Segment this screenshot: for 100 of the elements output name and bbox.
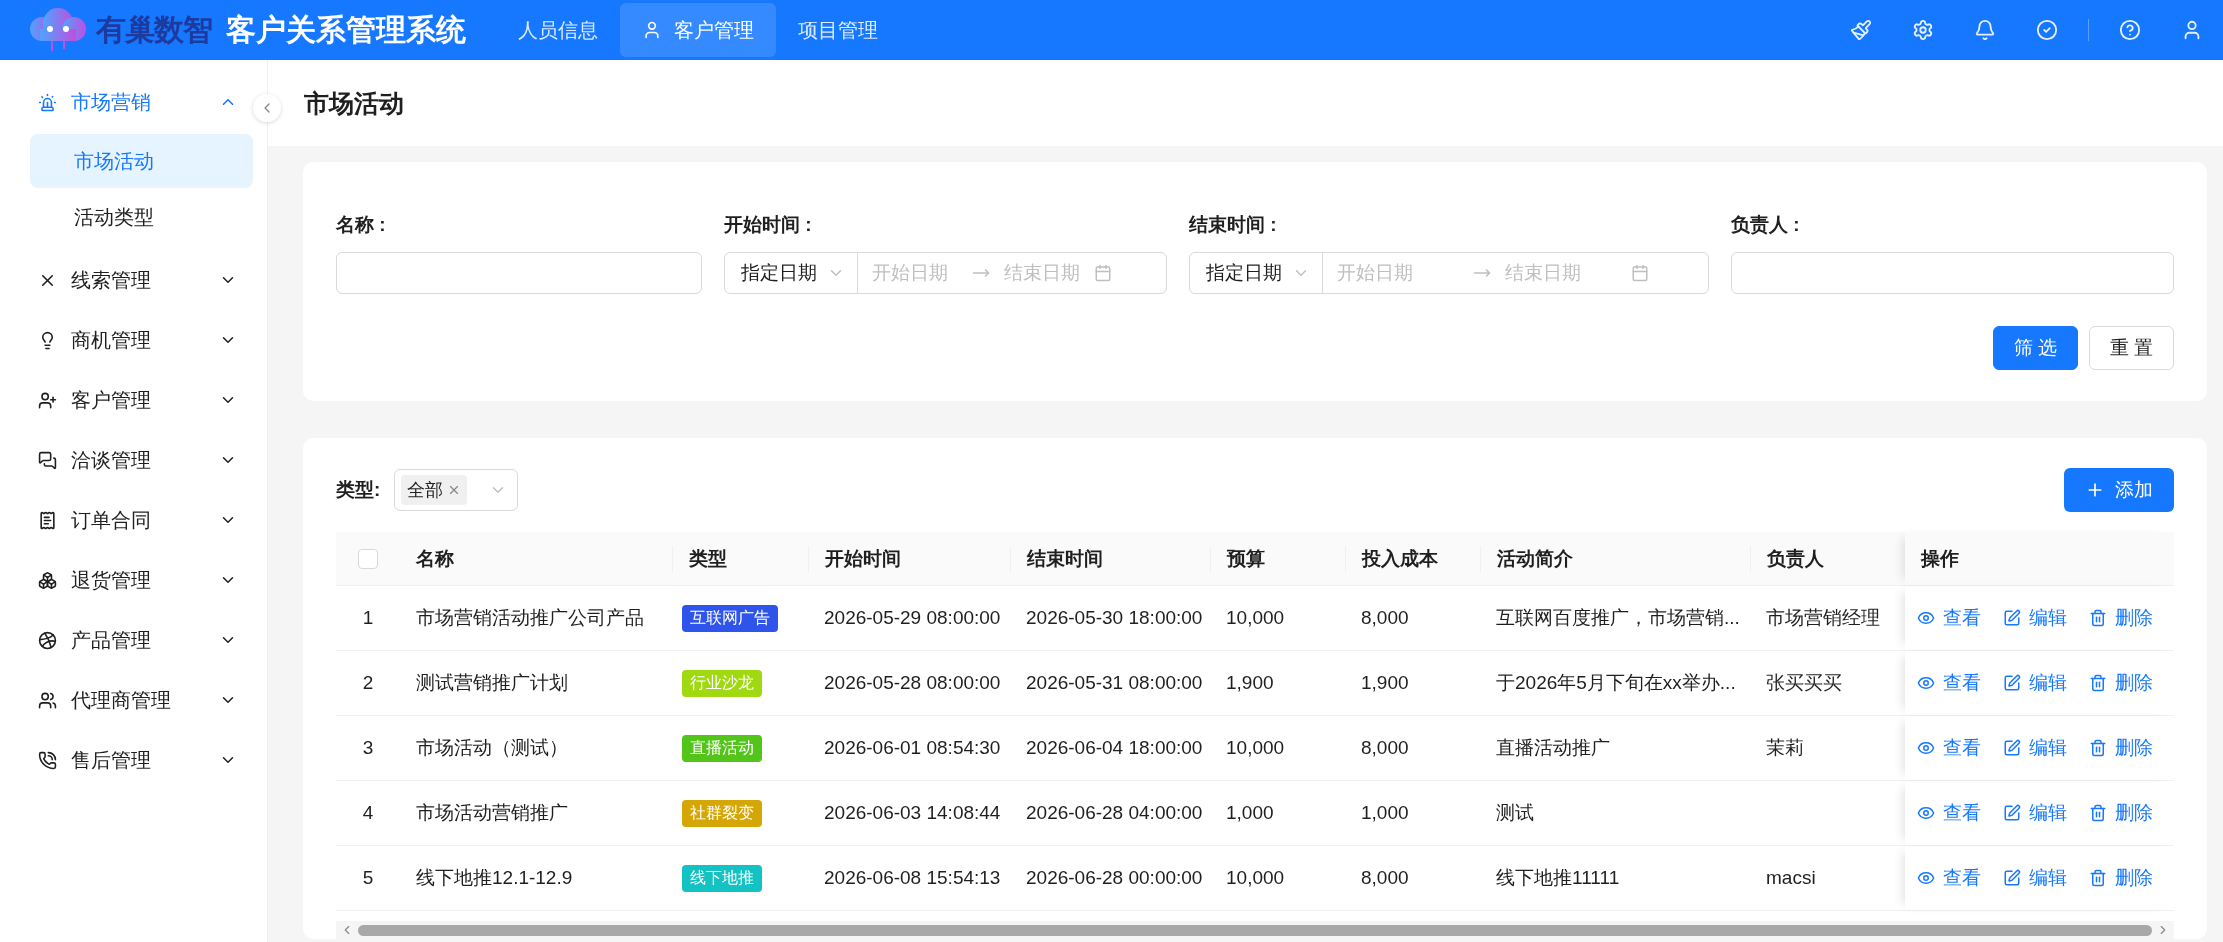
eye-icon bbox=[1917, 869, 1935, 887]
column-header: 结束时间 bbox=[1010, 545, 1210, 572]
sidebar-item[interactable]: 市场营销 bbox=[0, 72, 237, 132]
end-date-placeholder: 结束日期 bbox=[1504, 261, 1582, 285]
nav-tab[interactable]: 项目管理 bbox=[776, 3, 900, 57]
column-header: 操作 bbox=[1905, 532, 2175, 585]
row-index: 4 bbox=[361, 802, 375, 824]
brush-icon[interactable] bbox=[1850, 19, 1872, 41]
check-circle-icon[interactable] bbox=[2036, 19, 2058, 41]
mode-select[interactable]: 指定日期 bbox=[1190, 253, 1323, 293]
table-cell-text: 线下地推12.1-12.9 bbox=[415, 866, 574, 890]
edit-link[interactable]: 编辑 bbox=[2003, 800, 2067, 826]
type-tag: 社群裂变 bbox=[682, 799, 762, 827]
user-icon bbox=[642, 20, 662, 40]
pencil-icon bbox=[2003, 609, 2021, 627]
sidebar-label: 客户管理 bbox=[71, 387, 152, 413]
mode-select[interactable]: 指定日期 bbox=[725, 253, 858, 293]
sidebar-label: 售后管理 bbox=[71, 747, 152, 773]
reset-button[interactable]: 重 置 bbox=[2089, 326, 2174, 370]
sidebar-label: 洽谈管理 bbox=[71, 447, 152, 473]
pencil-icon bbox=[2003, 674, 2021, 692]
settings-icon[interactable] bbox=[1912, 19, 1934, 41]
table-cell-text: 2026-05-31 08:00:00 bbox=[1025, 672, 1204, 694]
column-header: 预算 bbox=[1210, 545, 1345, 572]
row-index: 3 bbox=[361, 737, 375, 759]
text-field[interactable] bbox=[336, 252, 702, 294]
delete-link[interactable]: 删除 bbox=[2089, 605, 2153, 631]
sidebar-item[interactable]: 退货管理 bbox=[0, 550, 237, 610]
table-cell-text: 线下地推11111 bbox=[1495, 866, 1621, 890]
view-link[interactable]: 查看 bbox=[1917, 735, 1981, 761]
trash-icon bbox=[2089, 674, 2107, 692]
view-link[interactable]: 查看 bbox=[1917, 670, 1981, 696]
table-cell-text: 10,000 bbox=[1225, 867, 1286, 889]
sidebar-item[interactable]: 商机管理 bbox=[0, 310, 237, 370]
help-icon[interactable] bbox=[2119, 19, 2141, 41]
type-tag: 全部 bbox=[401, 475, 468, 505]
delete-link[interactable]: 删除 bbox=[2089, 865, 2153, 891]
sidebar-item[interactable]: 售后管理 bbox=[0, 730, 237, 790]
table-cell-text: 市场营销活动推广公司产品 bbox=[415, 606, 645, 630]
sidebar-item[interactable]: 洽谈管理 bbox=[0, 430, 237, 490]
field-label: 开始时间 : bbox=[724, 213, 813, 237]
delete-link[interactable]: 删除 bbox=[2089, 800, 2153, 826]
edit-link[interactable]: 编辑 bbox=[2003, 865, 2067, 891]
horizontal-scrollbar[interactable] bbox=[336, 921, 2174, 939]
table-cell-text: 2026-05-29 08:00:00 bbox=[823, 607, 1002, 629]
type-tag: 直播活动 bbox=[682, 734, 762, 762]
start-date-placeholder: 开始日期 bbox=[1336, 261, 1414, 285]
collapse-button[interactable] bbox=[253, 94, 281, 122]
delete-link[interactable]: 删除 bbox=[2089, 670, 2153, 696]
view-link[interactable]: 查看 bbox=[1917, 800, 1981, 826]
page-title: 市场活动 bbox=[304, 87, 404, 119]
calendar-icon[interactable] bbox=[1094, 264, 1112, 282]
sidebar-item[interactable]: 订单合同 bbox=[0, 490, 237, 550]
end-date-placeholder: 结束日期 bbox=[1003, 261, 1081, 285]
row-index: 5 bbox=[361, 867, 375, 889]
text-field[interactable] bbox=[1731, 252, 2174, 294]
bell-icon[interactable] bbox=[1974, 19, 1996, 41]
start-date-placeholder: 开始日期 bbox=[871, 261, 949, 285]
table-cell-text: 2026-06-01 08:54:30 bbox=[823, 737, 1002, 759]
sidebar-label: 线索管理 bbox=[71, 267, 152, 293]
type-select[interactable]: 全部 bbox=[394, 469, 519, 511]
table-cell-text: 市场活动（测试） bbox=[415, 736, 569, 760]
sidebar-item[interactable]: 线索管理 bbox=[0, 250, 237, 310]
sidebar-label: 订单合同 bbox=[71, 507, 152, 533]
table-cell-text: 2026-06-08 15:54:13 bbox=[823, 867, 1002, 889]
table-cell-text: 于2026年5月下旬在xx举办... bbox=[1495, 671, 1737, 695]
select-all-checkbox[interactable] bbox=[358, 548, 378, 569]
calendar-icon[interactable] bbox=[1631, 264, 1649, 282]
edit-link[interactable]: 编辑 bbox=[2003, 605, 2067, 631]
eye-icon bbox=[1917, 739, 1935, 757]
field-label: 负责人 : bbox=[1731, 213, 1801, 237]
type-tag: 互联网广告 bbox=[682, 604, 778, 632]
sidebar-subitem[interactable]: 市场活动 bbox=[30, 134, 253, 188]
table-cell-text: 8,000 bbox=[1360, 607, 1410, 629]
nav-tab[interactable]: 人员信息 bbox=[496, 3, 620, 57]
start-time-range[interactable]: 指定日期 开始日期 结束日期 bbox=[724, 252, 1167, 294]
sidebar-item[interactable]: 代理商管理 bbox=[0, 670, 237, 730]
view-link[interactable]: 查看 bbox=[1917, 605, 1981, 631]
sidebar-label: 市场营销 bbox=[71, 89, 152, 115]
app-title: 客户关系管理系统 bbox=[226, 11, 466, 48]
sidebar-item[interactable]: 产品管理 bbox=[0, 610, 237, 670]
table-cell-text: 直播活动推广 bbox=[1495, 736, 1611, 760]
table-cell-text: 1,900 bbox=[1225, 672, 1275, 694]
sidebar-item[interactable]: 客户管理 bbox=[0, 370, 237, 430]
delete-link[interactable]: 删除 bbox=[2089, 735, 2153, 761]
table-cell-text: 2026-05-28 08:00:00 bbox=[823, 672, 1002, 694]
sidebar-subitem[interactable]: 活动类型 bbox=[30, 190, 253, 244]
view-link[interactable]: 查看 bbox=[1917, 865, 1981, 891]
nav-tab[interactable]: 客户管理 bbox=[620, 3, 776, 57]
table-cell-text: 2026-06-03 14:08:44 bbox=[823, 802, 1002, 824]
table-cell-text: macsi bbox=[1765, 867, 1817, 889]
eye-icon bbox=[1917, 804, 1935, 822]
end-time-range[interactable]: 指定日期 开始日期 结束日期 bbox=[1189, 252, 1709, 294]
filter-button[interactable]: 筛 选 bbox=[1993, 326, 2078, 370]
type-label: 类型: bbox=[336, 478, 381, 502]
table-cell-text: 2026-05-30 18:00:00 bbox=[1025, 607, 1204, 629]
edit-link[interactable]: 编辑 bbox=[2003, 670, 2067, 696]
add-button[interactable]: 添加 bbox=[2064, 468, 2174, 512]
edit-link[interactable]: 编辑 bbox=[2003, 735, 2067, 761]
sidebar-label: 代理商管理 bbox=[71, 687, 172, 713]
